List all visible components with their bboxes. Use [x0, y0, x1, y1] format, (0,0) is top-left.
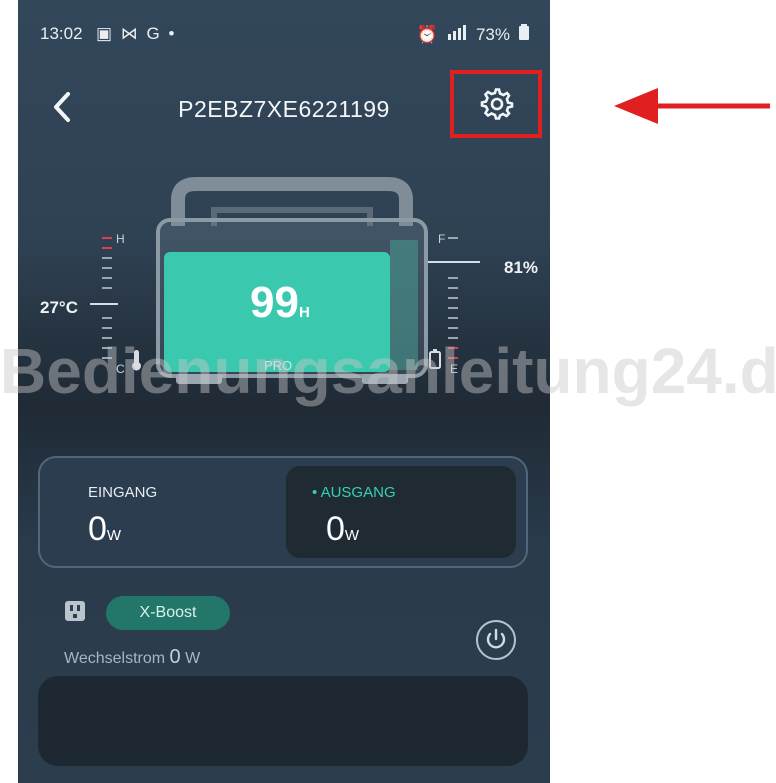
- ac-socket-icon: [64, 600, 86, 622]
- power-io-card: EINGANG 0W • AUSGANG 0W: [38, 456, 528, 568]
- status-right: ⏰ 73%: [417, 24, 530, 45]
- phone-screen: 13:02 ▣ ⋈ G • ⏰ 73% P2EBZ7XE6221199 H C …: [18, 0, 550, 783]
- app-header: P2EBZ7XE6221199: [18, 62, 550, 152]
- input-tab[interactable]: EINGANG 0W: [66, 458, 296, 566]
- power-icon: [486, 628, 506, 649]
- input-unit: W: [106, 527, 122, 544]
- charge-gauge: F E: [438, 230, 478, 380]
- temperature-value: 27°C: [40, 298, 78, 317]
- signal-icon: [446, 24, 468, 45]
- remaining-time-unit: H: [298, 304, 310, 321]
- status-notification-icons: ▣ ⋈ G •: [96, 24, 177, 43]
- remaining-time: 99H: [250, 278, 310, 328]
- gear-icon: [480, 88, 514, 120]
- charge-percent: 81%: [504, 258, 539, 277]
- output-unit: W: [344, 527, 360, 544]
- power-station-visual: H C F E 27°C 81% 99H PRO: [18, 170, 550, 430]
- charge-full-label: F: [438, 232, 446, 246]
- ac-unit: W: [185, 650, 201, 667]
- output-value-number: 0: [326, 510, 345, 548]
- model-badge: PRO: [264, 358, 293, 373]
- annotation-arrow: [612, 84, 772, 128]
- bottom-panel: [38, 676, 528, 766]
- battery-percent: 73%: [475, 24, 510, 44]
- temp-high-label: H: [116, 232, 125, 246]
- output-label: • AUSGANG: [312, 484, 396, 501]
- temperature-gauge: H C: [98, 230, 138, 380]
- input-label: EINGANG: [88, 484, 158, 501]
- settings-highlight-box: [450, 70, 542, 138]
- settings-button[interactable]: [480, 87, 514, 121]
- ac-output-status: Wechselstrom 0 W: [64, 646, 200, 669]
- output-value: 0W: [326, 510, 359, 549]
- charge-empty-label: E: [450, 362, 459, 376]
- x-boost-button[interactable]: X-Boost: [106, 596, 230, 630]
- temp-low-label: C: [116, 362, 125, 376]
- ac-value: 0: [169, 646, 181, 668]
- battery-icon: [518, 24, 530, 45]
- input-value-number: 0: [88, 510, 107, 548]
- ac-power-toggle[interactable]: [476, 620, 516, 660]
- status-bar: 13:02 ▣ ⋈ G • ⏰ 73%: [18, 0, 550, 62]
- ac-label: Wechselstrom: [64, 650, 166, 667]
- input-value: 0W: [88, 510, 121, 549]
- output-tab[interactable]: • AUSGANG 0W: [286, 466, 516, 558]
- ac-output-row: X-Boost Wechselstrom 0 W: [64, 596, 524, 670]
- remaining-time-value: 99: [250, 278, 299, 327]
- status-time: 13:02: [40, 24, 83, 43]
- alarm-icon: ⏰: [416, 24, 438, 44]
